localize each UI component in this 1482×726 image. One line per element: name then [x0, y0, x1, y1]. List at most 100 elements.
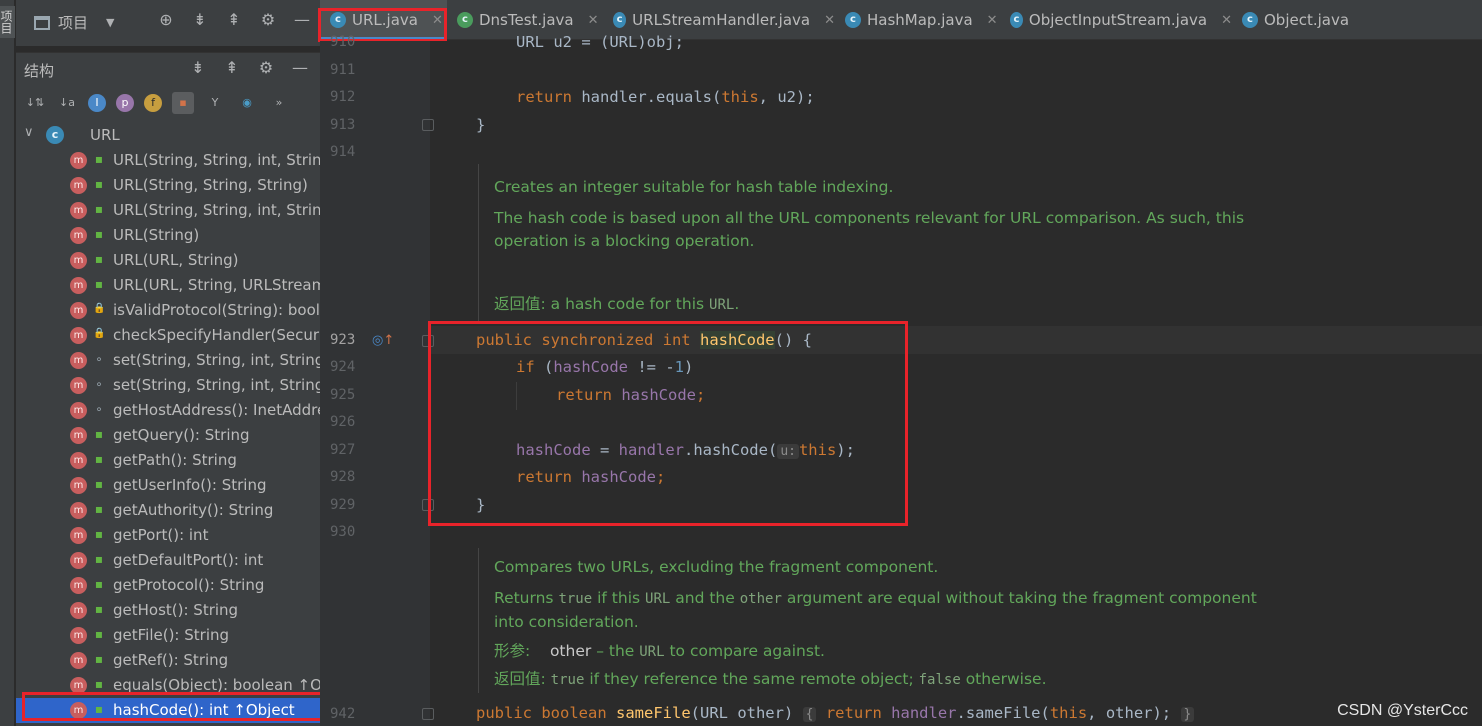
structure-member[interactable]: m ▪ getAuthority(): String	[16, 498, 320, 523]
public-unlock-icon: ▪	[94, 652, 104, 666]
member-label: getPort(): int	[113, 526, 209, 544]
tree-root-label: URL	[90, 126, 120, 144]
close-icon[interactable]: ✕	[1221, 13, 1232, 28]
private-lock-icon: 🔒	[93, 303, 106, 314]
show-fields-icon[interactable]: f	[144, 94, 162, 112]
structure-member[interactable]: m ▪ URL(String, String, int, String	[16, 148, 320, 173]
structure-member[interactable]: m ▪ URL(String, String, int, String	[16, 198, 320, 223]
close-icon[interactable]: ✕	[824, 13, 835, 28]
structure-toolbar: ↓⇅ ↓a I p f ▪ Y ◉ »	[16, 89, 320, 117]
code-line-929: }	[476, 496, 486, 514]
tab-hashmap-java[interactable]: c HashMap.java ✕	[835, 0, 1000, 40]
structure-member[interactable]: m ∘ getHostAddress(): InetAddre	[16, 398, 320, 423]
doc-param: 形参: other – the URL to compare against.	[494, 642, 825, 660]
structure-member[interactable]: m ∘ set(String, String, int, String,	[16, 348, 320, 373]
chevron-down-icon[interactable]: ∨	[24, 125, 34, 140]
tab-object-java[interactable]: c Object.java	[1232, 0, 1372, 40]
gear-icon[interactable]: ⚙	[258, 10, 278, 30]
public-unlock-icon: ▪	[94, 627, 104, 641]
structure-member[interactable]: m ▪ hashCode(): int ↑Object	[16, 698, 320, 723]
method-icon: m	[70, 202, 87, 219]
structure-member[interactable]: m 🔒 isValidProtocol(String): boole	[16, 298, 320, 323]
member-label: getPath(): String	[113, 451, 237, 469]
tab-label: DnsTest.java	[479, 11, 574, 29]
method-icon: m	[70, 502, 87, 519]
member-label: getRef(): String	[113, 651, 229, 669]
public-unlock-icon: ▪	[94, 502, 104, 516]
project-tool-window-button[interactable]: 项目	[0, 6, 15, 38]
chevron-down-icon[interactable]: ▼	[106, 16, 114, 29]
close-icon[interactable]: ✕	[432, 13, 443, 28]
expand-all-icon[interactable]: ⇟	[188, 58, 208, 78]
structure-header: 结构 ⇟ ⇞ ⚙ —	[16, 53, 320, 85]
show-lambdas-icon[interactable]: Y	[204, 92, 226, 114]
member-label: URL(URL, String)	[113, 251, 239, 269]
private-lock-icon: 🔒	[93, 328, 106, 339]
sort-alphabetically-icon[interactable]: ↓a	[56, 92, 78, 114]
gear-icon[interactable]: ⚙	[256, 58, 276, 78]
method-icon: m	[70, 677, 87, 694]
more-icon[interactable]: »	[268, 92, 290, 114]
structure-member[interactable]: m ▪ getPort(): int	[16, 523, 320, 548]
public-unlock-icon: ▪	[94, 277, 104, 291]
tree-root-url-class[interactable]: ∨ c URL	[16, 123, 320, 148]
member-label: equals(Object): boolean ↑Ob	[113, 676, 320, 694]
fold-marker-icon[interactable]	[422, 335, 434, 347]
collapse-all-icon[interactable]: ⇞	[222, 58, 242, 78]
hide-icon[interactable]: —	[292, 10, 312, 30]
public-unlock-icon: ▪	[94, 702, 104, 716]
close-icon[interactable]: ✕	[588, 13, 599, 28]
member-label: set(String, String, int, String,	[113, 351, 320, 369]
structure-member[interactable]: m ▪ URL(String)	[16, 223, 320, 248]
public-unlock-icon: ▪	[94, 152, 104, 166]
hide-icon[interactable]: —	[290, 58, 310, 78]
structure-member[interactable]: m ▪ getDefaultPort(): int	[16, 548, 320, 573]
structure-member[interactable]: m ▪ URL(URL, String)	[16, 248, 320, 273]
show-anonymous-icon[interactable]: ◉	[236, 92, 258, 114]
line-number: 930	[330, 524, 356, 540]
structure-member[interactable]: m 🔒 checkSpecifyHandler(Securit	[16, 323, 320, 348]
collapse-all-icon[interactable]: ⇞	[224, 10, 244, 30]
structure-member[interactable]: m ▪ equals(Object): boolean ↑Ob	[16, 673, 320, 698]
doc-line: operation is a blocking operation.	[494, 232, 755, 250]
watermark: CSDN @YsterCcc	[1337, 702, 1468, 719]
public-unlock-icon: ▪	[94, 452, 104, 466]
structure-member[interactable]: m ▪ getQuery(): String	[16, 423, 320, 448]
member-label: URL(String, String, String)	[113, 176, 308, 194]
class-icon: c	[1010, 12, 1023, 28]
rendered-doc-hashcode: Creates an integer suitable for hash tab…	[478, 164, 1244, 324]
method-icon: m	[70, 477, 87, 494]
structure-member[interactable]: m ▪ getHost(): String	[16, 598, 320, 623]
fold-marker-icon[interactable]	[422, 499, 434, 511]
doc-line: Returns true if this URL and the other a…	[494, 589, 1257, 607]
code-line-923: public synchronized int hashCode() {	[476, 331, 812, 349]
locate-icon[interactable]: ⊕	[156, 10, 176, 30]
structure-member[interactable]: m ▪ getProtocol(): String	[16, 573, 320, 598]
structure-member[interactable]: m ∘ set(String, String, int, String,	[16, 373, 320, 398]
structure-member[interactable]: m ▪ getUserInfo(): String	[16, 473, 320, 498]
structure-member[interactable]: m ▪ URL(URL, String, URLStreamH	[16, 273, 320, 298]
sort-by-visibility-icon[interactable]: ↓⇅	[24, 92, 46, 114]
fold-marker-icon[interactable]	[422, 119, 434, 131]
fold-marker-icon[interactable]	[422, 708, 434, 720]
member-label: getUserInfo(): String	[113, 476, 267, 494]
class-icon: c	[613, 12, 627, 28]
tab-objectinputstream-java[interactable]: c ObjectInputStream.java ✕	[1000, 0, 1232, 40]
structure-member[interactable]: m ▪ URL(String, String, String)	[16, 173, 320, 198]
structure-member[interactable]: m ▪ getFile(): String	[16, 623, 320, 648]
structure-member[interactable]: m ▪ getRef(): String	[16, 648, 320, 673]
close-icon[interactable]: ✕	[987, 13, 998, 28]
overrides-method-icon[interactable]: ◎↑	[372, 333, 394, 348]
code-line-924: if (hashCode != -1)	[516, 358, 694, 376]
member-label: getFile(): String	[113, 626, 230, 644]
project-view-selector[interactable]: 项目 ▼	[34, 12, 114, 33]
tab-label: HashMap.java	[867, 11, 973, 29]
show-inherited-icon[interactable]: I	[88, 94, 106, 112]
method-icon: m	[70, 177, 87, 194]
show-properties-icon[interactable]: p	[116, 94, 134, 112]
structure-member[interactable]: m ▪ getPath(): String	[16, 448, 320, 473]
expand-all-icon[interactable]: ⇟	[190, 10, 210, 30]
member-label: getAuthority(): String	[113, 501, 274, 519]
package-private-icon: ∘	[95, 377, 103, 391]
show-non-public-icon[interactable]: ▪	[172, 92, 194, 114]
